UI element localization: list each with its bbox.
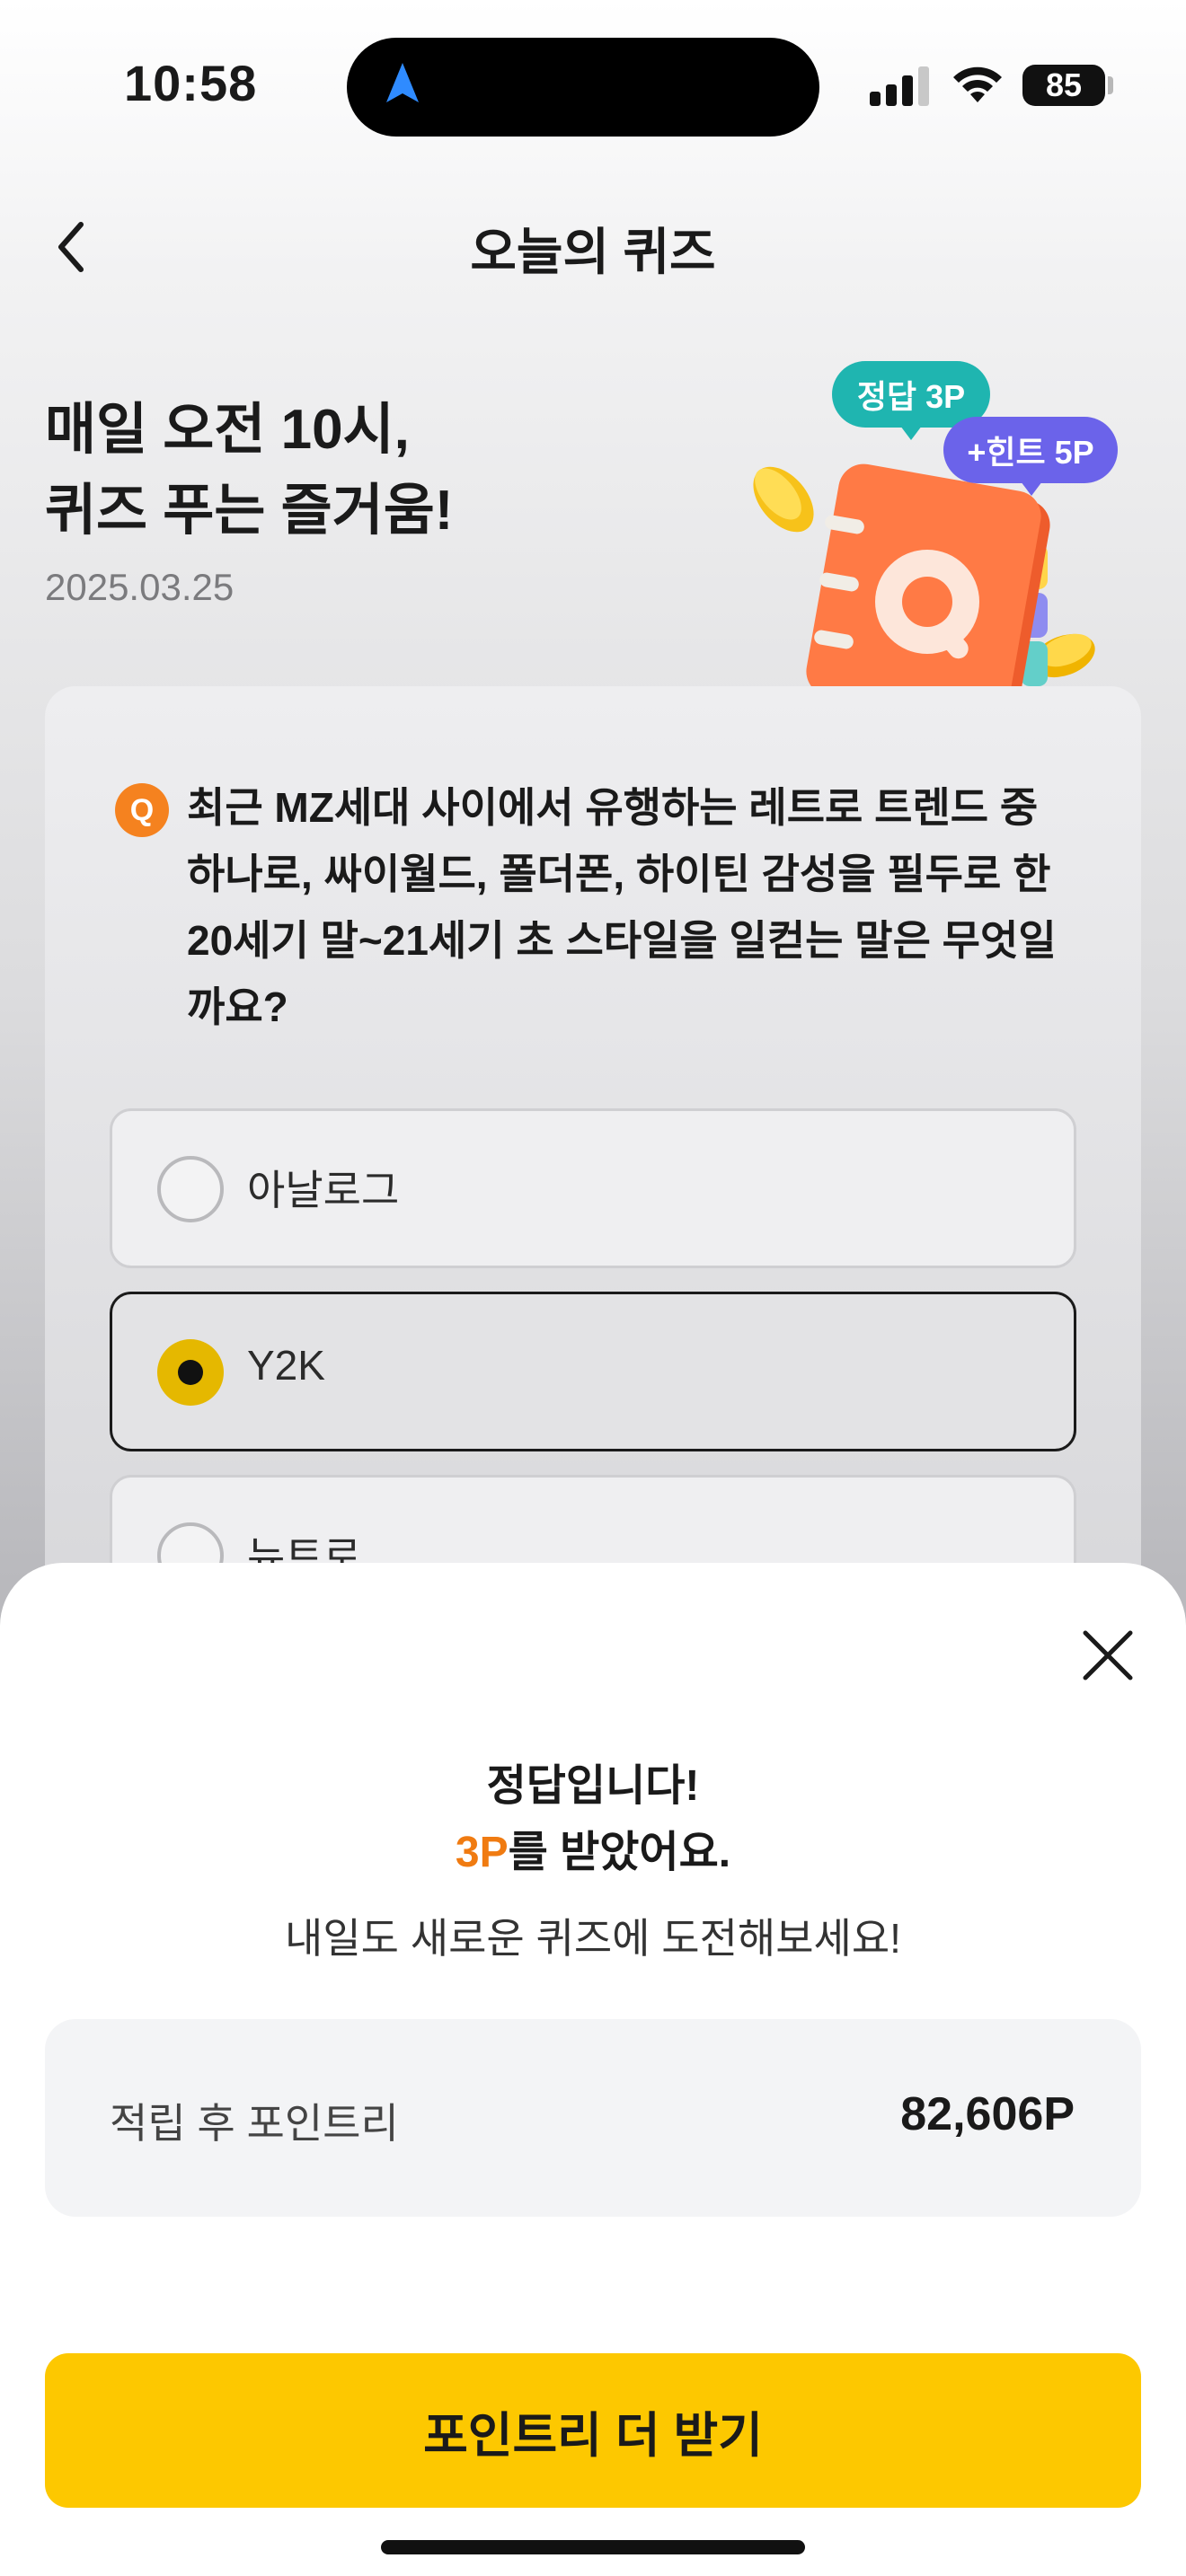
result-title: 정답입니다! 3P를 받았어요. <box>0 1753 1186 1886</box>
reward-points: 3P <box>455 1829 509 1876</box>
option-2-selected[interactable]: Y2K <box>110 1292 1076 1451</box>
battery-icon: 85 <box>1022 65 1105 106</box>
battery-tip <box>1108 76 1113 94</box>
radio-button-selected[interactable] <box>157 1339 224 1406</box>
points-value: 82,606P <box>900 2088 1075 2140</box>
option-label: Y2K <box>247 1342 325 1389</box>
get-more-points-button[interactable]: 포인트리 더 받기 <box>45 2353 1141 2508</box>
reward-suffix: 를 받았어요. <box>508 1829 731 1876</box>
option-1[interactable]: 아날로그 <box>110 1108 1076 1268</box>
result-title-line2: 3P를 받았어요. <box>0 1820 1186 1886</box>
option-label: 아날로그 <box>247 1167 400 1213</box>
home-indicator <box>381 2540 805 2554</box>
dynamic-island <box>347 38 819 137</box>
quiz-date: 2025.03.25 <box>45 566 235 608</box>
result-subtitle: 내일도 새로운 퀴즈에 도전해보세요! <box>285 1915 901 1962</box>
navigation-arrow-icon <box>386 63 419 102</box>
wifi-icon <box>953 66 1002 102</box>
question-badge-icon: Q <box>115 783 169 837</box>
status-bar: 10:58 85 <box>0 0 1186 162</box>
result-title-line1: 정답입니다! <box>486 1762 700 1810</box>
page-title: 오늘의 퀴즈 <box>470 224 716 280</box>
hero-title-line1: 매일 오전 10시, <box>45 399 410 461</box>
question-text: 최근 MZ세대 사이에서 유행하는 레트로 트렌드 중 하나로, 싸이월드, 폴… <box>187 784 1057 1030</box>
status-time: 10:58 <box>124 55 258 111</box>
close-icon[interactable] <box>1078 1626 1137 1685</box>
points-summary-box: 적립 후 포인트리 82,606P <box>45 2019 1141 2217</box>
cellular-signal-icon <box>870 66 931 106</box>
hero-title-line2: 퀴즈 푸는 즐거움! <box>45 480 454 542</box>
hint-points-bubble: +힌트 5P <box>943 417 1118 496</box>
hero-title: 매일 오전 10시, 퀴즈 푸는 즐거움! <box>45 390 453 551</box>
radio-button[interactable] <box>157 1156 224 1222</box>
points-label: 적립 후 포인트리 <box>110 2100 399 2147</box>
